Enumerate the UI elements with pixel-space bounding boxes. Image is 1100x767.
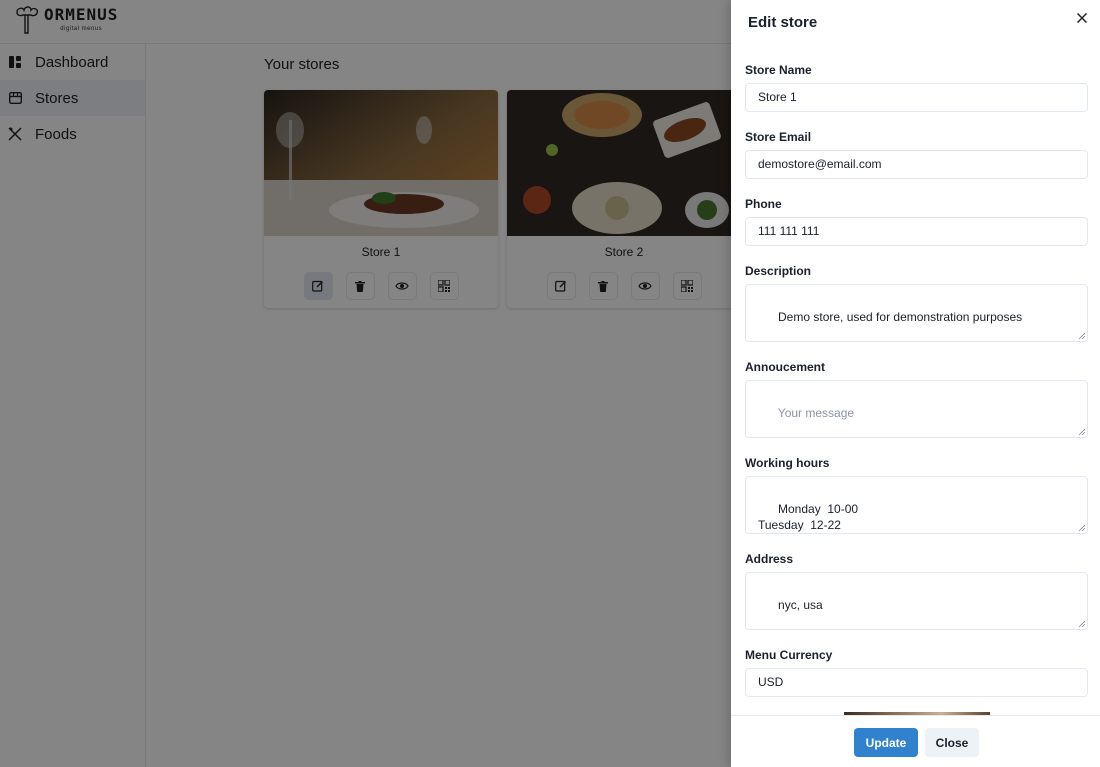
- address-label: Address: [745, 552, 794, 566]
- update-button[interactable]: Update: [854, 728, 918, 757]
- drawer-body: Store Name Store 1 Store Email demostore…: [731, 50, 1100, 715]
- working-hours-textarea[interactable]: Monday 10-00 Tuesday 12-22: [745, 476, 1088, 534]
- store-name-input[interactable]: Store 1: [745, 83, 1088, 112]
- close-footer-button[interactable]: Close: [925, 728, 979, 757]
- store-name-label: Store Name: [745, 63, 812, 77]
- description-label: Description: [745, 264, 812, 278]
- resize-grip-icon[interactable]: [1079, 525, 1085, 531]
- close-button[interactable]: [1074, 10, 1090, 26]
- description-text: Demo store, used for demonstration purpo…: [778, 310, 1023, 324]
- menu-currency-label: Menu Currency: [745, 648, 833, 662]
- edit-store-drawer: Edit store Store Name Store 1 Store Emai…: [731, 0, 1100, 767]
- close-icon: [1077, 13, 1087, 23]
- address-text: nyc, usa: [778, 598, 823, 612]
- menu-currency-input[interactable]: USD: [745, 668, 1088, 697]
- announcement-label: Annoucement: [745, 360, 826, 374]
- drawer-title: Edit store: [748, 14, 818, 31]
- address-textarea[interactable]: nyc, usa: [745, 572, 1088, 630]
- store-email-label: Store Email: [745, 130, 812, 144]
- working-hours-label: Working hours: [745, 456, 830, 470]
- modal-overlay[interactable]: [0, 0, 731, 767]
- announcement-placeholder: Your message: [777, 406, 855, 420]
- description-textarea[interactable]: Demo store, used for demonstration purpo…: [745, 284, 1088, 342]
- phone-label: Phone: [745, 197, 782, 211]
- drawer-footer: Update Close: [731, 715, 1100, 767]
- working-hours-text: Monday 10-00 Tuesday 12-22: [758, 502, 859, 532]
- resize-grip-icon[interactable]: [1079, 621, 1085, 627]
- store-email-input[interactable]: demostore@email.com: [745, 150, 1088, 179]
- announcement-textarea[interactable]: Your message: [745, 380, 1088, 438]
- phone-input[interactable]: 111 111 111: [745, 217, 1088, 246]
- resize-grip-icon[interactable]: [1079, 333, 1085, 339]
- resize-grip-icon[interactable]: [1079, 429, 1085, 435]
